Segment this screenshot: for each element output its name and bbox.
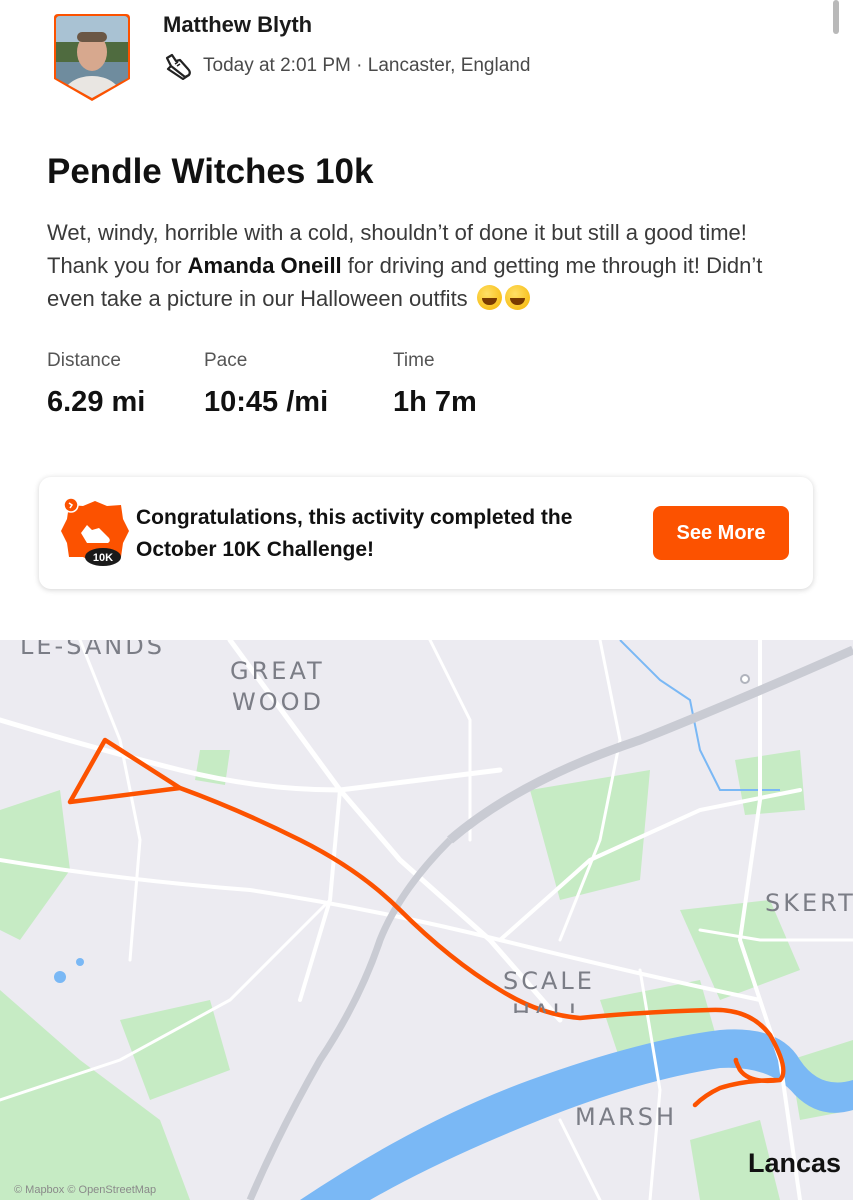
- stat-label: Distance: [47, 350, 121, 371]
- stat-label: Pace: [204, 350, 248, 371]
- activity-title[interactable]: Pendle Witches 10k: [47, 152, 373, 192]
- stat-time: Time 1h 7m: [393, 350, 477, 419]
- avatar-shield: [54, 14, 130, 101]
- activity-meta: Today at 2:01 PM · Lancaster, England: [163, 52, 530, 80]
- pond: [76, 958, 84, 966]
- laughing-emoji-icon: [504, 285, 530, 310]
- stat-value: 1h 7m: [393, 386, 477, 418]
- map-label-skert: SKERT: [765, 889, 853, 917]
- challenge-badge-icon: 10K: [61, 497, 129, 566]
- map-label-scale: SCALE: [503, 967, 595, 995]
- stat-value: 6.29 mi: [47, 386, 146, 418]
- map-label-le-sands: LE-SANDS: [20, 640, 165, 660]
- route-map[interactable]: LE-SANDS GREAT WOOD SKERT SCALE HALL MAR…: [0, 640, 853, 1200]
- running-shoe-icon: [165, 53, 191, 80]
- map-canvas: [0, 640, 853, 1200]
- see-more-button[interactable]: See More: [653, 506, 789, 560]
- motorway: [447, 645, 853, 844]
- pond: [54, 971, 66, 983]
- park-area: [530, 770, 650, 900]
- map-label-wood: WOOD: [232, 688, 324, 716]
- athlete-name[interactable]: Matthew Blyth: [163, 12, 312, 38]
- map-label-marsh: MARSH: [575, 1103, 678, 1131]
- stat-label: Time: [393, 350, 435, 371]
- stat-value: 10:45 /mi: [204, 386, 329, 418]
- badge-label: 10K: [93, 552, 113, 564]
- stat-pace: Pace 10:45 /mi: [204, 350, 328, 419]
- laughing-emoji-icon: [476, 285, 502, 310]
- map-label-lancaster: Lancas: [748, 1148, 842, 1178]
- map-label-great: GREAT: [230, 657, 325, 685]
- junction: [740, 674, 750, 684]
- timestamp-location: Today at 2:01 PM · Lancaster, England: [203, 55, 531, 76]
- challenge-message: Congratulations, this activity completed…: [136, 506, 573, 561]
- challenge-card[interactable]: 10K Congratulations, this activity compl…: [39, 477, 813, 589]
- athlete-avatar[interactable]: [52, 12, 132, 102]
- map-attribution[interactable]: © Mapbox © OpenStreetMap: [14, 1184, 156, 1196]
- athlete-mention-link[interactable]: Amanda Oneill: [188, 253, 342, 278]
- scroll-indicator[interactable]: [833, 0, 839, 34]
- activity-description: Wet, windy, horrible with a cold, should…: [47, 216, 807, 315]
- stat-distance: Distance 6.29 mi: [47, 350, 145, 419]
- park-area: [735, 750, 805, 815]
- map-label-hall: HALL: [512, 999, 586, 1013]
